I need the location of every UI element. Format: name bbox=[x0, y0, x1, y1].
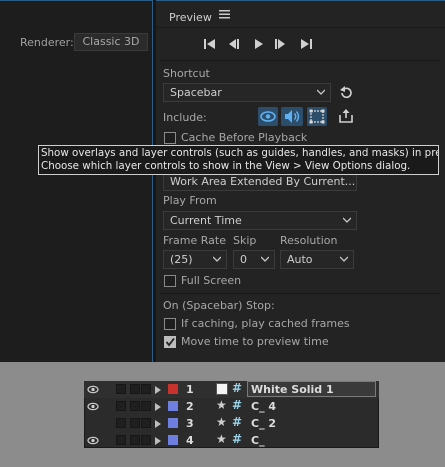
move-time-checkbox[interactable] bbox=[164, 336, 176, 348]
label-color-chip[interactable] bbox=[168, 401, 178, 411]
include-label: Include: bbox=[163, 111, 207, 124]
solid-source-icon bbox=[216, 383, 228, 395]
play-from-dropdown[interactable]: Current Time bbox=[163, 211, 357, 230]
eye-icon[interactable] bbox=[87, 402, 99, 411]
hash-icon: # bbox=[232, 398, 243, 412]
audio-switch[interactable] bbox=[116, 401, 126, 411]
star-icon: ★ bbox=[216, 432, 227, 446]
preview-title[interactable]: Preview bbox=[169, 11, 212, 24]
play-icon[interactable] bbox=[252, 38, 266, 50]
layer-name: C_ 4 bbox=[251, 400, 277, 413]
layer-number: 3 bbox=[186, 417, 194, 430]
layer-row[interactable]: 2 ★ # C_ 4 bbox=[84, 398, 379, 415]
tooltip-line-1: Show overlays and layer controls (such a… bbox=[41, 147, 439, 159]
solo-switch[interactable] bbox=[130, 384, 140, 394]
skip-value: 0 bbox=[240, 253, 247, 266]
tooltip-line-2: Choose which layer controls to show in t… bbox=[41, 160, 411, 172]
chevron-down-icon bbox=[317, 89, 325, 95]
layer-name: C_ 2 bbox=[251, 417, 277, 430]
expand-triangle-icon[interactable] bbox=[155, 437, 161, 445]
expand-triangle-icon[interactable] bbox=[155, 403, 161, 411]
include-audio-toggle[interactable] bbox=[281, 107, 303, 126]
skip-dropdown[interactable]: 0 bbox=[233, 250, 275, 269]
separator bbox=[160, 60, 440, 61]
previous-frame-icon[interactable] bbox=[226, 38, 240, 50]
skip-label: Skip bbox=[233, 234, 257, 247]
reset-icon[interactable] bbox=[339, 86, 353, 100]
chevron-down-icon bbox=[213, 256, 221, 262]
include-overlays-toggle[interactable] bbox=[307, 107, 327, 126]
layer-number: 1 bbox=[186, 383, 194, 396]
move-time-label: Move time to preview time bbox=[181, 335, 329, 348]
layer-name: C_ bbox=[251, 434, 265, 447]
layer-row[interactable]: 4 ★ # C_ bbox=[84, 432, 379, 449]
eye-icon[interactable] bbox=[87, 436, 99, 445]
frame-rate-label: Frame Rate bbox=[163, 234, 226, 247]
layer-number: 2 bbox=[186, 400, 194, 413]
include-video-toggle[interactable] bbox=[258, 107, 278, 126]
frame-rate-value: (25) bbox=[170, 253, 193, 266]
audio-switch[interactable] bbox=[116, 435, 126, 445]
audio-switch[interactable] bbox=[116, 418, 126, 428]
hash-icon: # bbox=[232, 415, 243, 429]
export-icon[interactable] bbox=[339, 109, 353, 123]
label-color-chip[interactable] bbox=[168, 418, 178, 428]
layer-row[interactable]: 1 # White Solid 1 bbox=[84, 381, 379, 398]
solo-switch[interactable] bbox=[130, 418, 140, 428]
renderer-button[interactable]: Classic 3D bbox=[74, 33, 148, 51]
star-icon: ★ bbox=[216, 415, 227, 429]
overlay-icon bbox=[309, 109, 325, 124]
chevron-down-icon bbox=[343, 217, 351, 223]
expand-triangle-icon[interactable] bbox=[155, 386, 161, 394]
panel-menu-icon[interactable] bbox=[219, 9, 230, 19]
speaker-icon bbox=[285, 110, 300, 123]
cache-before-playback-checkbox[interactable] bbox=[164, 132, 176, 144]
if-caching-label: If caching, play cached frames bbox=[181, 317, 350, 330]
shortcut-value: Spacebar bbox=[170, 86, 222, 99]
lock-switch[interactable] bbox=[141, 418, 151, 428]
layer-number: 4 bbox=[186, 434, 194, 447]
stop-options-label: On (Spacebar) Stop: bbox=[163, 299, 275, 312]
last-frame-icon[interactable] bbox=[299, 38, 313, 50]
eye-icon[interactable] bbox=[87, 385, 99, 394]
resolution-dropdown[interactable]: Auto bbox=[280, 250, 354, 269]
tooltip: Show overlays and layer controls (such a… bbox=[38, 145, 439, 175]
renderer-label: Renderer: bbox=[20, 36, 74, 49]
play-from-label: Play From bbox=[163, 194, 217, 207]
hash-icon: # bbox=[232, 381, 243, 395]
lock-switch[interactable] bbox=[141, 401, 151, 411]
solo-switch[interactable] bbox=[130, 401, 140, 411]
star-icon: ★ bbox=[216, 398, 227, 412]
label-color-chip[interactable] bbox=[168, 384, 178, 394]
hash-icon: # bbox=[232, 432, 243, 446]
lock-switch[interactable] bbox=[141, 384, 151, 394]
layer-row[interactable]: 3 ★ # C_ 2 bbox=[84, 415, 379, 432]
resolution-value: Auto bbox=[287, 253, 313, 266]
if-caching-checkbox[interactable] bbox=[164, 318, 176, 330]
composition-panel bbox=[0, 0, 153, 362]
layer-name: White Solid 1 bbox=[251, 383, 334, 396]
next-frame-icon[interactable] bbox=[274, 38, 288, 50]
range-value: Work Area Extended By Current... bbox=[170, 175, 356, 188]
eye-icon bbox=[260, 111, 276, 122]
checkmark-icon bbox=[165, 337, 175, 347]
resolution-label: Resolution bbox=[280, 234, 338, 247]
cache-before-playback-label: Cache Before Playback bbox=[181, 131, 308, 144]
first-frame-icon[interactable] bbox=[203, 38, 217, 50]
chevron-down-icon bbox=[340, 256, 348, 262]
label-color-chip[interactable] bbox=[168, 435, 178, 445]
expand-triangle-icon[interactable] bbox=[155, 420, 161, 428]
audio-switch[interactable] bbox=[116, 384, 126, 394]
solo-switch[interactable] bbox=[130, 435, 140, 445]
full-screen-checkbox[interactable] bbox=[164, 275, 176, 287]
shortcut-dropdown[interactable]: Spacebar bbox=[163, 83, 331, 102]
lock-switch[interactable] bbox=[141, 435, 151, 445]
play-from-value: Current Time bbox=[170, 214, 242, 227]
frame-rate-dropdown[interactable]: (25) bbox=[163, 250, 227, 269]
shortcut-label: Shortcut bbox=[163, 67, 210, 80]
chevron-down-icon bbox=[261, 256, 269, 262]
full-screen-label: Full Screen bbox=[181, 274, 242, 287]
separator bbox=[160, 293, 440, 294]
